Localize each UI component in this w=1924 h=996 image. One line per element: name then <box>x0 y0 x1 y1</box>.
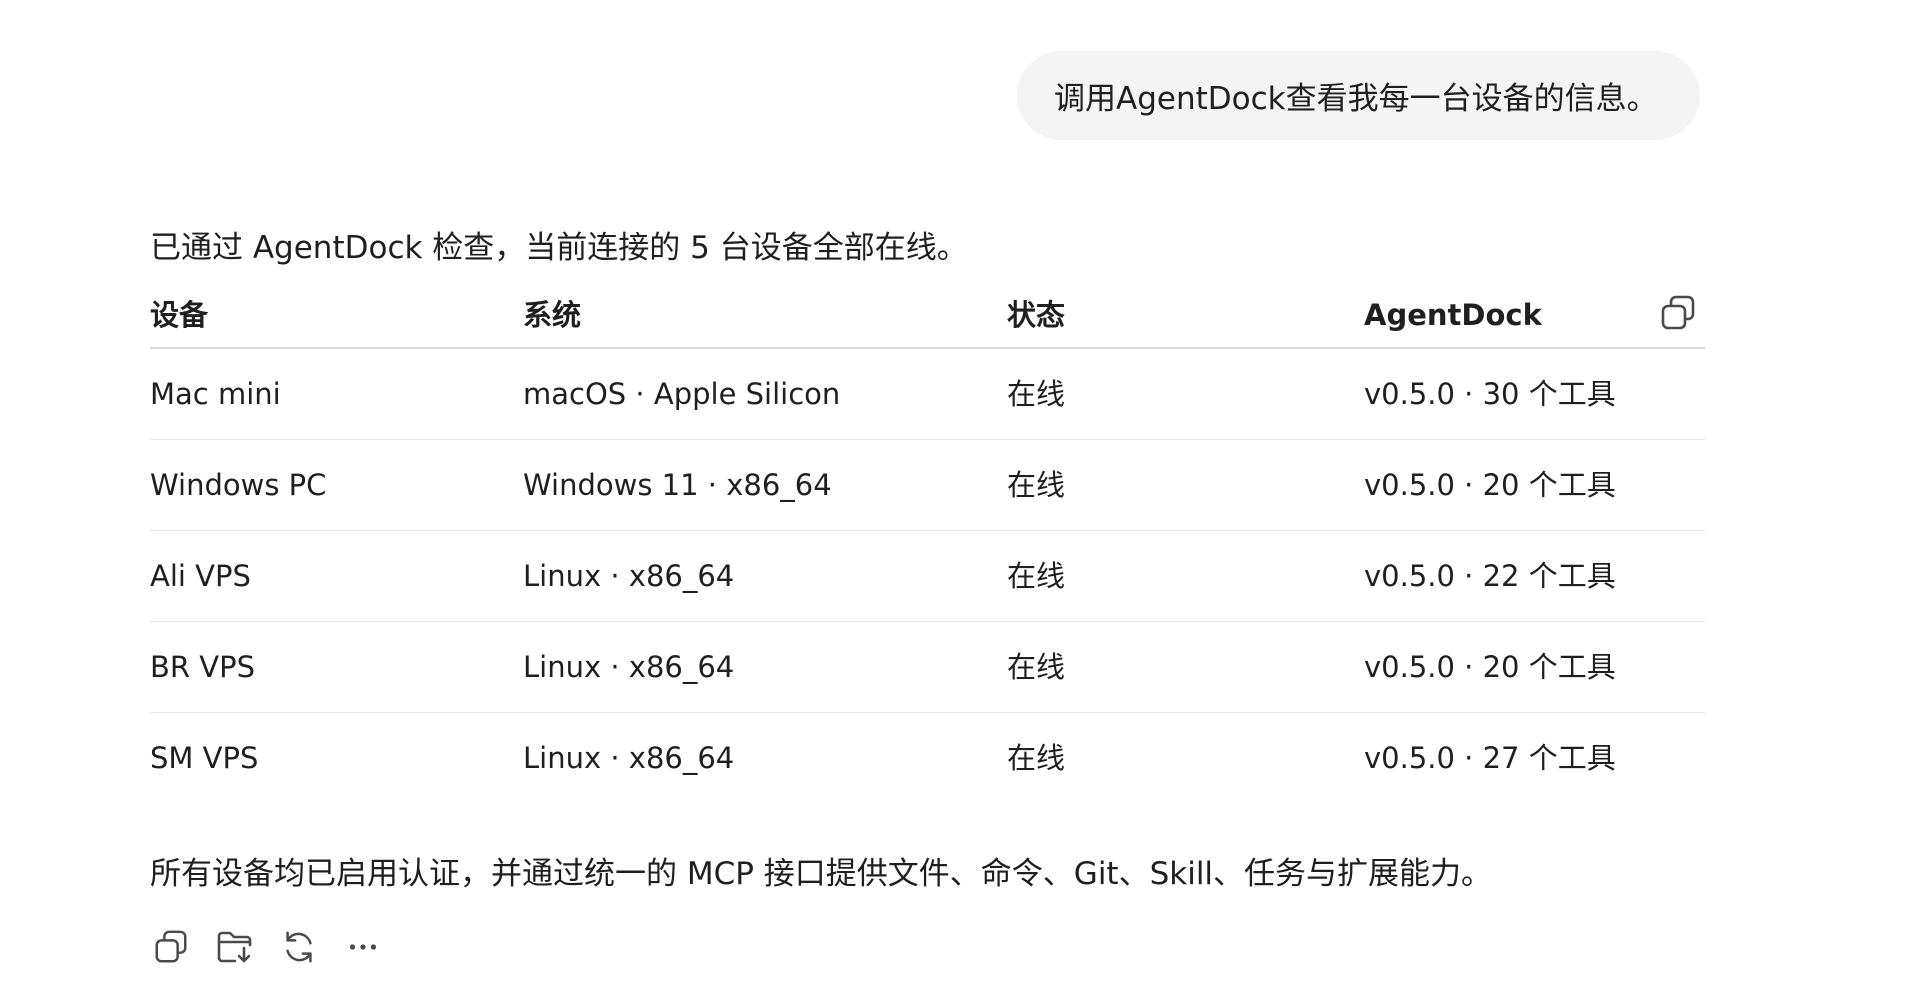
table-row: Ali VPS Linux · x86_64 在线 v0.5.0 · 22 个工… <box>150 531 1705 622</box>
table-row: Windows PC Windows 11 · x86_64 在线 v0.5.0… <box>150 440 1705 531</box>
copy-icon <box>155 930 187 963</box>
header-device: 设备 <box>150 298 209 332</box>
regenerate-icon <box>286 931 312 963</box>
response-actions <box>150 926 384 972</box>
cell-device: SM VPS <box>150 741 259 775</box>
cell-status: 在线 <box>1007 741 1066 775</box>
cell-agentdock: v0.5.0 · 30 个工具 <box>1364 377 1616 411</box>
save-to-folder-button[interactable] <box>214 926 256 968</box>
cell-agentdock: v0.5.0 · 22 个工具 <box>1364 559 1616 593</box>
cell-system: Windows 11 · x86_64 <box>523 468 832 502</box>
response-summary: 所有设备均已启用认证，并通过统一的 MCP 接口提供文件、命令、Git、Skil… <box>150 856 1493 892</box>
cell-device: Ali VPS <box>150 559 251 593</box>
table-row: BR VPS Linux · x86_64 在线 v0.5.0 · 20 个工具 <box>150 622 1705 713</box>
cell-system: macOS · Apple Silicon <box>523 377 841 411</box>
cell-status: 在线 <box>1007 650 1066 684</box>
copy-response-button[interactable] <box>150 926 192 968</box>
cell-status: 在线 <box>1007 468 1066 502</box>
regenerate-button[interactable] <box>278 926 320 968</box>
header-status: 状态 <box>1007 298 1066 332</box>
header-agentdock: AgentDock <box>1364 298 1542 332</box>
cell-system: Linux · x86_64 <box>523 741 735 775</box>
cell-device: Mac mini <box>150 377 281 411</box>
cell-device: BR VPS <box>150 650 255 684</box>
cell-system: Linux · x86_64 <box>523 559 735 593</box>
table-row: Mac mini macOS · Apple Silicon 在线 v0.5.0… <box>150 349 1705 440</box>
more-options-button[interactable] <box>342 926 384 968</box>
table-copy-button[interactable] <box>1658 293 1698 333</box>
cell-agentdock: v0.5.0 · 20 个工具 <box>1364 650 1616 684</box>
cell-status: 在线 <box>1007 377 1066 411</box>
more-icon <box>349 944 377 950</box>
response-intro: 已通过 AgentDock 检查，当前连接的 5 台设备全部在线。 <box>150 230 968 266</box>
cell-status: 在线 <box>1007 559 1066 593</box>
cell-system: Linux · x86_64 <box>523 650 735 684</box>
cell-device: Windows PC <box>150 468 327 502</box>
table-header: 设备 系统 状态 AgentDock <box>150 283 1705 349</box>
copy-icon <box>1661 295 1695 330</box>
cell-agentdock: v0.5.0 · 27 个工具 <box>1364 741 1616 775</box>
user-message-text: 调用AgentDock查看我每一台设备的信息。 <box>1054 81 1658 117</box>
table-row: SM VPS Linux · x86_64 在线 v0.5.0 · 27 个工具 <box>150 713 1705 803</box>
cell-agentdock: v0.5.0 · 20 个工具 <box>1364 468 1616 502</box>
header-system: 系统 <box>523 298 582 332</box>
user-message-bubble: 调用AgentDock查看我每一台设备的信息。 <box>1017 51 1700 140</box>
save-to-folder-icon <box>217 931 252 963</box>
devices-table: 设备 系统 状态 AgentDock Mac mini macOS · Appl… <box>150 283 1705 803</box>
